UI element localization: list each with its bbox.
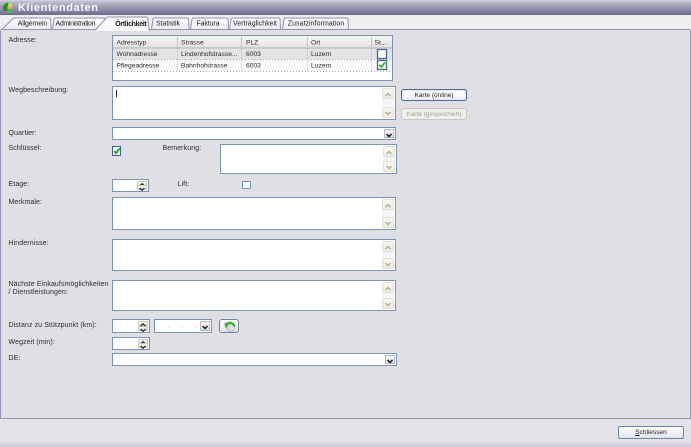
svg-text:Strasse: Strasse xyxy=(181,40,204,47)
svg-text:Pflegeadresse: Pflegeadresse xyxy=(117,63,160,70)
svg-text:Luzern: Luzern xyxy=(311,63,332,70)
svg-text:6003: 6003 xyxy=(246,63,261,70)
svg-text:6003: 6003 xyxy=(246,51,261,58)
svg-text:Luzern: Luzern xyxy=(311,51,332,58)
svg-text:Ort: Ort xyxy=(311,40,320,47)
svg-text:Administration: Administration xyxy=(56,21,96,28)
svg-text:Zusatzinformation: Zusatzinformation xyxy=(288,21,345,28)
svg-text:Verträglichkeit: Verträglichkeit xyxy=(233,21,277,28)
svg-text:Örtlichkeit: Örtlichkeit xyxy=(115,19,147,28)
svg-text:Bahnhofstrasse: Bahnhofstrasse xyxy=(181,63,228,70)
svg-text:Allgemein: Allgemein xyxy=(18,21,48,28)
svg-text:Lindenhofstrasse...: Lindenhofstrasse... xyxy=(181,51,238,58)
svg-text:Statistik: Statistik xyxy=(156,21,181,28)
svg-text:Adresstyp: Adresstyp xyxy=(117,40,147,47)
svg-text:Faktura: Faktura xyxy=(197,21,220,28)
svg-text:PLZ: PLZ xyxy=(246,40,258,47)
svg-text:St...: St... xyxy=(375,40,387,47)
svg-text:Wohnadresse: Wohnadresse xyxy=(117,51,158,58)
